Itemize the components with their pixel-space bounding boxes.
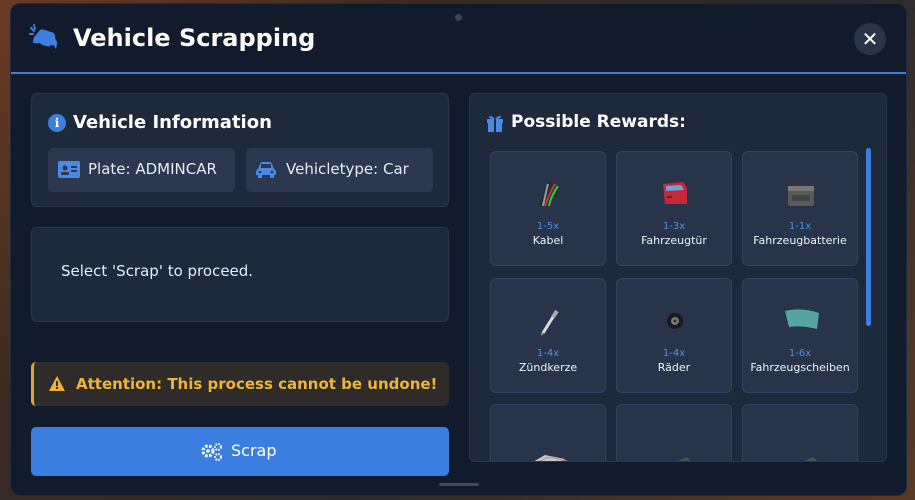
- rewards-scrollbar[interactable]: [866, 148, 871, 326]
- reward-name: Fahrzeugtür: [641, 234, 707, 247]
- reward-qty: 1-6x: [788, 348, 812, 359]
- rewards-panel: Possible Rewards: 1-5x Kabel 1-3x Fahrze…: [469, 93, 887, 462]
- status-text: Select 'Scrap' to proceed.: [61, 262, 254, 280]
- reward-qty: 1-5x: [536, 221, 560, 232]
- vehicletype-chip: Vehicletype: Car: [246, 148, 433, 192]
- reward-card-kabel[interactable]: 1-5x Kabel: [490, 151, 606, 266]
- id-card-icon: [58, 161, 80, 178]
- wheel-icon: [667, 313, 683, 329]
- status-panel: Select 'Scrap' to proceed.: [31, 227, 449, 322]
- warning-banner: Attention: This process cannot be undone…: [31, 362, 449, 406]
- info-icon: i: [48, 114, 66, 132]
- car-crash-icon: [29, 24, 58, 51]
- reward-card-metal-bar[interactable]: [616, 404, 732, 461]
- reward-name: Fahrzeugscheiben: [750, 361, 850, 374]
- reward-card-raeder[interactable]: 1-4x Räder: [616, 278, 732, 393]
- scrapping-modal: Vehicle Scrapping ✕ i Vehicle Informatio…: [10, 3, 907, 496]
- metal-bar-icon: [804, 457, 817, 461]
- reward-card-scrap-metal[interactable]: [490, 404, 606, 461]
- warning-icon: [49, 376, 65, 391]
- windshield-icon: [785, 309, 819, 329]
- car-door-icon: [663, 182, 687, 204]
- scrap-button[interactable]: Scrap: [31, 427, 449, 476]
- reward-name: Fahrzeugbatterie: [753, 234, 847, 247]
- cable-icon: [539, 180, 559, 207]
- close-button[interactable]: ✕: [854, 23, 886, 55]
- reward-card-fahrzeugtuer[interactable]: 1-3x Fahrzeugtür: [616, 151, 732, 266]
- vehicle-info-panel: i Vehicle Information Plate: ADMINCAR Ve…: [31, 93, 449, 207]
- vehicle-info-title: Vehicle Information: [73, 112, 272, 133]
- cogs-icon: [201, 443, 222, 461]
- rewards-title: Possible Rewards:: [511, 112, 686, 132]
- page-title: Vehicle Scrapping: [73, 24, 316, 52]
- metal-bar-icon: [678, 457, 691, 461]
- reward-card-fahrzeugbatterie[interactable]: 1-1x Fahrzeugbatterie: [742, 151, 858, 266]
- plate-chip: Plate: ADMINCAR: [48, 148, 235, 192]
- reward-card-metal-bar-2[interactable]: [742, 404, 858, 461]
- reward-qty: 1-1x: [788, 221, 812, 232]
- reward-name: Kabel: [532, 234, 564, 247]
- car-battery-icon: [788, 182, 814, 206]
- spark-plug-icon: [540, 309, 559, 336]
- car-icon: [256, 162, 276, 178]
- gift-icon: [487, 115, 503, 132]
- scrap-metal-icon: [534, 455, 567, 461]
- reward-name: Räder: [657, 361, 691, 374]
- reward-card-fahrzeugscheiben[interactable]: 1-6x Fahrzeugscheiben: [742, 278, 858, 393]
- reward-qty: 1-4x: [662, 348, 686, 359]
- reward-name: Zündkerze: [518, 361, 578, 374]
- modal-header: Vehicle Scrapping ✕: [11, 4, 906, 74]
- scrap-button-label: Scrap: [231, 441, 277, 460]
- reward-qty: 1-3x: [662, 221, 686, 232]
- modal-resize-handle: [439, 483, 479, 486]
- vehicletype-text: Vehicletype: Car: [286, 160, 409, 178]
- warning-text: Attention: This process cannot be undone…: [76, 375, 438, 393]
- reward-card-zuendkerze[interactable]: 1-4x Zündkerze: [490, 278, 606, 393]
- reward-qty: 1-4x: [536, 348, 560, 359]
- plate-text: Plate: ADMINCAR: [88, 160, 217, 178]
